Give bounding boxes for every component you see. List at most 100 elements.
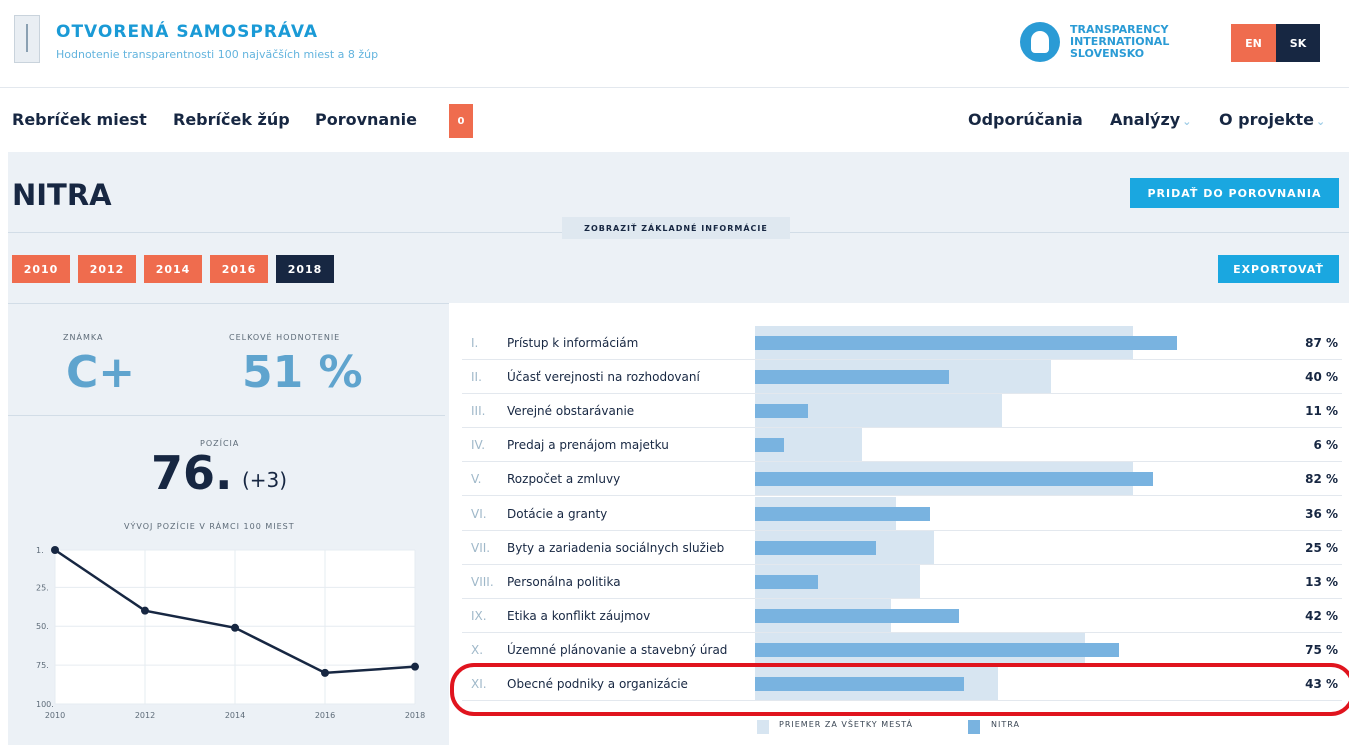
- chart-point: [411, 662, 419, 671]
- category-percent: 13 %: [1305, 574, 1338, 589]
- legend-average-label: PRIEMER ZA VŠETKY MESTÁ: [779, 720, 914, 729]
- category-percent: 6 %: [1313, 438, 1338, 453]
- chart-y-tick-label: 75.: [36, 661, 49, 670]
- category-number: VIII.: [471, 574, 494, 589]
- category-percent: 11 %: [1305, 404, 1338, 419]
- category-name: Verejné obstarávanie: [507, 404, 635, 419]
- language-en-button[interactable]: EN: [1231, 24, 1276, 62]
- site-title[interactable]: OTVORENÁ SAMOSPRÁVA: [56, 22, 318, 42]
- year-2018-button[interactable]: 2018: [276, 255, 334, 283]
- city-bar: [755, 438, 785, 453]
- chart-x-tick-label: 2010: [45, 711, 65, 720]
- category-name: Personálna politika: [507, 574, 621, 589]
- position-history-chart: 1. 25. 50. 75. 100. 2010 2012 2014 2016 2018: [36, 546, 425, 720]
- category-name: Rozpočet a zmluvy: [507, 472, 621, 487]
- legend-average-swatch: [757, 720, 769, 734]
- divider: [8, 415, 445, 416]
- chart-point: [231, 623, 239, 632]
- transparency-international-logo-icon[interactable]: [1020, 22, 1060, 62]
- category-percent: 42 %: [1305, 608, 1338, 623]
- chart-y-tick-label: 25.: [36, 583, 49, 592]
- year-2012-button[interactable]: 2012: [78, 255, 136, 283]
- main-nav: Rebríček miest Rebríček žúp Porovnanie O…: [0, 88, 1349, 152]
- category-number: X.: [471, 642, 484, 657]
- nav-analyses[interactable]: Analýzy ⌄: [1110, 110, 1191, 129]
- category-row[interactable]: VII. Byty a zariadenia sociálnych služieb…: [462, 530, 1342, 565]
- export-button[interactable]: EXPORTOVAŤ: [1218, 255, 1339, 283]
- chevron-down-icon: ⌄: [1315, 115, 1326, 128]
- grade-value: C+: [66, 347, 136, 398]
- category-name: Etika a konflikt záujmov: [507, 608, 651, 623]
- city-bar: [755, 404, 809, 419]
- chart-x-tick-label: 2018: [405, 711, 425, 720]
- category-number: V.: [471, 472, 482, 487]
- chart-y-tick-label: 1.: [36, 546, 44, 555]
- city-bar: [755, 336, 1177, 350]
- category-number: I.: [471, 336, 479, 350]
- category-row[interactable]: II. Účasť verejnosti na rozhodovaní 40 %: [462, 360, 1342, 395]
- city-bar: [755, 574, 819, 589]
- category-row[interactable]: III. Verejné obstarávanie 11 %: [462, 394, 1342, 429]
- chart-point: [321, 668, 329, 677]
- category-row[interactable]: VIII. Personálna politika 13 %: [462, 564, 1342, 599]
- category-percent: 87 %: [1305, 336, 1338, 350]
- legend-city-swatch: [968, 720, 980, 734]
- city-bar: [755, 370, 949, 385]
- site-logo-icon[interactable]: [14, 15, 40, 63]
- nav-city-ranking[interactable]: Rebríček miest: [12, 110, 147, 129]
- position-value: 76.: [151, 446, 233, 500]
- category-number: IV.: [471, 438, 486, 453]
- category-row[interactable]: I. Prístup k informáciám 87 %: [462, 326, 1342, 360]
- grade-label: ZNÁMKA: [63, 333, 104, 342]
- category-percent: 36 %: [1305, 506, 1338, 521]
- nav-recommendations[interactable]: Odporúčania: [968, 110, 1083, 129]
- language-sk-button[interactable]: SK: [1276, 24, 1320, 62]
- show-basic-info-button[interactable]: ZOBRAZIŤ ZÁKLADNÉ INFORMÁCIE: [562, 217, 790, 239]
- transparency-international-logo-text[interactable]: TRANSPARENCY INTERNATIONAL SLOVENSKO: [1070, 24, 1220, 60]
- legend-city-label: NITRA: [991, 720, 1020, 729]
- add-to-comparison-button[interactable]: PRIDAŤ DO POROVNANIA: [1130, 178, 1339, 208]
- highlight-annotation: [450, 663, 1349, 716]
- chart-y-tick-label: 100.: [36, 700, 54, 709]
- nav-about[interactable]: O projekte ⌄: [1219, 110, 1325, 129]
- category-number: II.: [471, 370, 482, 385]
- year-2016-button[interactable]: 2016: [210, 255, 268, 283]
- chart-point: [51, 546, 59, 554]
- city-bar: [755, 540, 877, 555]
- category-percent: 40 %: [1305, 370, 1338, 385]
- position-change: (+3): [242, 468, 288, 492]
- category-name: Byty a zariadenia sociálnych služieb: [507, 540, 725, 555]
- page-title: NITRA: [12, 178, 112, 212]
- category-row[interactable]: VI. Dotácie a granty 36 %: [462, 496, 1342, 531]
- category-name: Účasť verejnosti na rozhodovaní: [507, 370, 700, 385]
- nav-region-ranking[interactable]: Rebríček žúp: [173, 110, 290, 129]
- chart-x-tick-label: 2012: [135, 711, 155, 720]
- chart-x-tick-label: 2016: [315, 711, 335, 720]
- category-number: IX.: [471, 608, 487, 623]
- chevron-down-icon: ⌄: [1182, 115, 1192, 128]
- category-row[interactable]: IX. Etika a konflikt záujmov 42 %: [462, 598, 1342, 633]
- category-name: Predaj a prenájom majetku: [507, 438, 669, 453]
- chart-point: [141, 606, 149, 615]
- category-row[interactable]: V. Rozpočet a zmluvy 82 %: [462, 462, 1342, 497]
- category-percent: 75 %: [1305, 642, 1338, 657]
- category-row[interactable]: IV. Predaj a prenájom majetku 6 %: [462, 428, 1342, 463]
- category-number: VI.: [471, 506, 487, 521]
- year-2014-button[interactable]: 2014: [144, 255, 202, 283]
- header: OTVORENÁ SAMOSPRÁVA Hodnotenie transpare…: [0, 0, 1349, 88]
- chart-x-tick-label: 2014: [225, 711, 245, 720]
- year-2010-button[interactable]: 2010: [12, 255, 70, 283]
- category-name: Dotácie a granty: [507, 506, 608, 521]
- category-name: Prístup k informáciám: [507, 336, 639, 350]
- city-bar: [755, 608, 959, 623]
- category-name: Územné plánovanie a stavebný úrad: [507, 642, 728, 657]
- score-value: 51 %: [242, 347, 363, 398]
- compare-count-badge[interactable]: 0: [449, 104, 473, 138]
- city-bar: [755, 472, 1153, 487]
- city-bar: [755, 642, 1119, 657]
- site-subtitle: Hodnotenie transparentnosti 100 najväčší…: [56, 48, 379, 61]
- chart-y-tick-label: 50.: [36, 622, 49, 631]
- category-row[interactable]: X. Územné plánovanie a stavebný úrad 75 %: [462, 632, 1342, 667]
- nav-comparison[interactable]: Porovnanie: [315, 110, 417, 129]
- position-history-title: VÝVOJ POZÍCIE V RÁMCI 100 MIEST: [124, 522, 295, 531]
